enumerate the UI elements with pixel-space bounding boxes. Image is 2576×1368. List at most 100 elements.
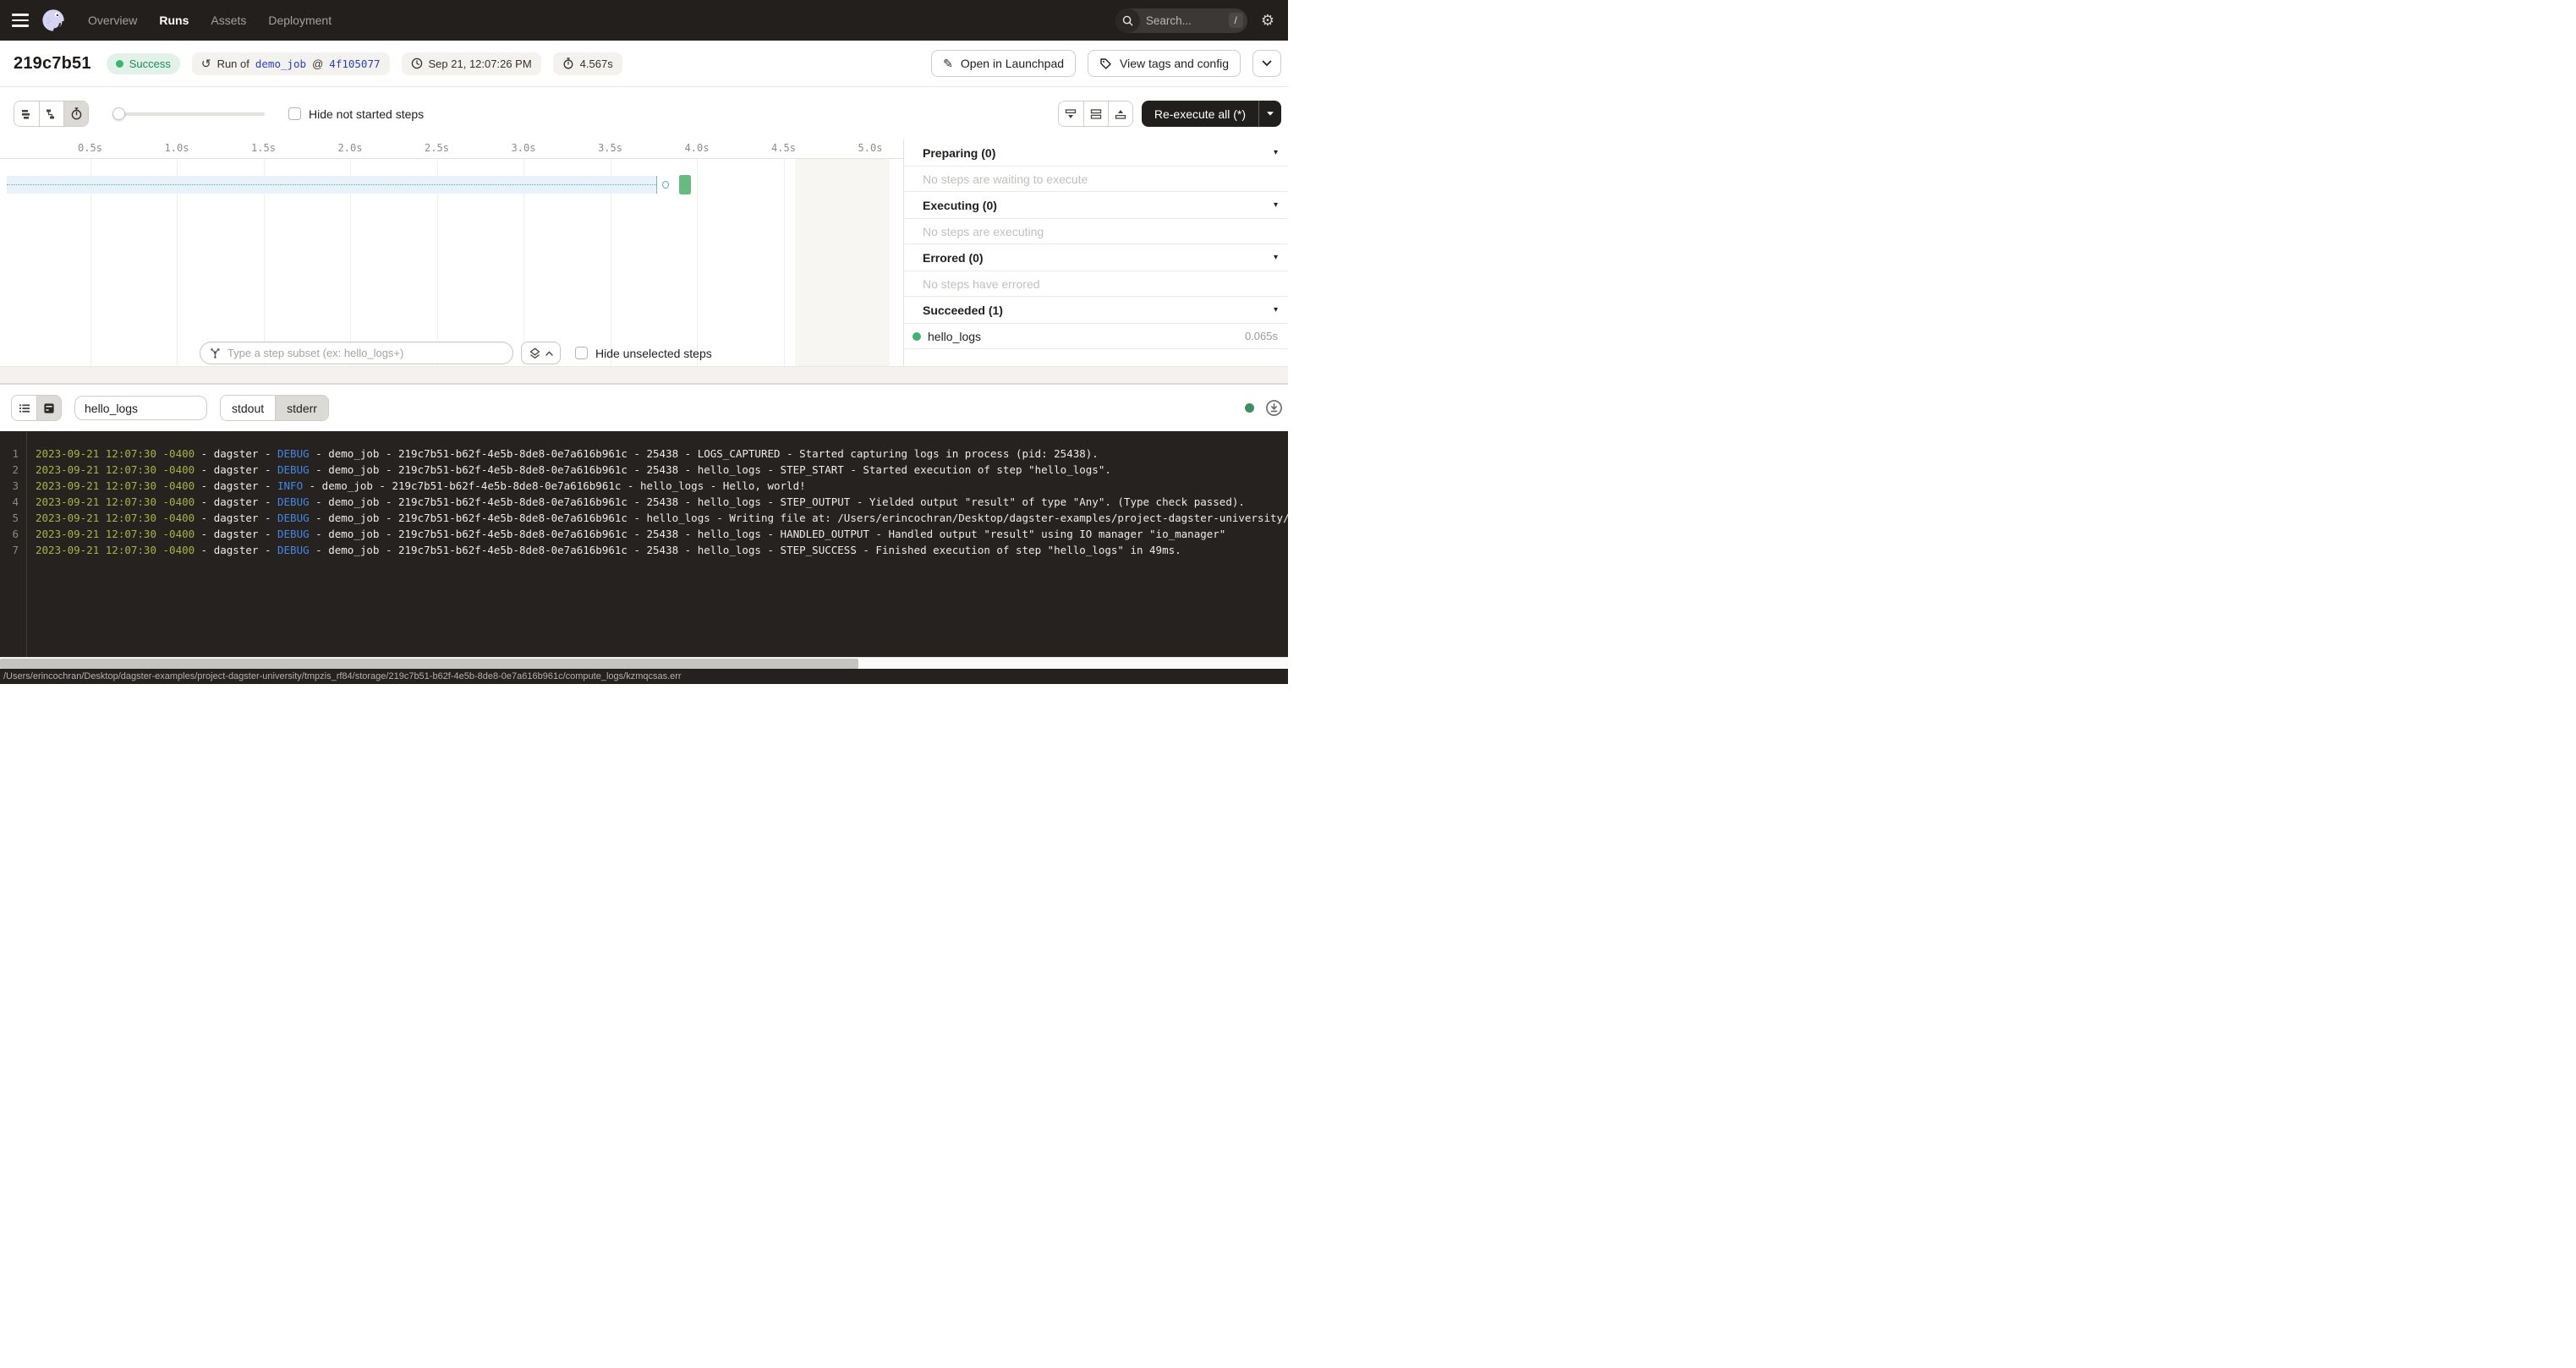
hamburger-menu-icon[interactable] (12, 14, 29, 27)
gantt-chart-area[interactable] (0, 159, 903, 366)
log-timestamp: 2023-09-21 12:07:30 -0400 (36, 495, 195, 508)
nav-item-deployment[interactable]: Deployment (268, 14, 332, 27)
section-header-errored[interactable]: Errored (0) ▾ (904, 244, 1288, 271)
run-start-time: Sep 21, 12:07:26 PM (429, 57, 532, 70)
axis-tick: 4.5s (771, 142, 796, 154)
flat-view-button[interactable] (14, 101, 39, 126)
hide-not-started-label: Hide not started steps (309, 107, 424, 121)
log-level: INFO (277, 479, 303, 492)
horizontal-scrollbar[interactable] (0, 657, 1288, 669)
panel-layout-segmented (1058, 101, 1133, 127)
stdout-label: stdout (232, 402, 264, 415)
search-input[interactable] (1146, 14, 1215, 27)
collapse-bottom-icon (1065, 108, 1077, 120)
gantt-dependency-dotted-line (7, 184, 656, 185)
log-level: DEBUG (277, 544, 310, 556)
gear-icon[interactable]: ⚙ (1261, 13, 1274, 28)
step-status-panel: Preparing (0) ▾ No steps are waiting to … (903, 140, 1288, 366)
section-header-succeeded[interactable]: Succeeded (1) ▾ (904, 297, 1288, 324)
timed-view-button[interactable] (63, 101, 88, 126)
zoom-slider-track (114, 112, 265, 116)
line-number: 1 (0, 446, 26, 462)
gantt-step-bar-hello-logs[interactable] (679, 175, 691, 194)
snapshot-link[interactable]: 4f105077 (329, 57, 380, 70)
reexecute-options-button[interactable] (1258, 101, 1281, 127)
log-timestamp: 2023-09-21 12:07:30 -0400 (36, 528, 195, 540)
axis-tick: 5.0s (858, 142, 883, 154)
collapse-bottom-panel-button[interactable] (1059, 101, 1083, 126)
structured-logs-button[interactable] (12, 396, 36, 420)
log-step-filter-input[interactable] (85, 402, 195, 415)
log-timestamp: 2023-09-21 12:07:30 -0400 (36, 447, 195, 460)
stdout-stderr-segmented: stdout stderr (220, 395, 329, 421)
log-step-filter[interactable] (74, 396, 207, 420)
log-source: - dagster - (195, 463, 277, 476)
log-message: - demo_job - 219c7b51-b62f-4e5b-8de8-0e7… (310, 528, 1226, 540)
log-line: 4 2023-09-21 12:07:30 -0400 - dagster - … (0, 494, 1288, 510)
section-header-executing[interactable]: Executing (0) ▾ (904, 192, 1288, 219)
log-source: - dagster - (195, 447, 277, 460)
structured-logs-icon (19, 402, 30, 414)
hide-not-started-checkbox[interactable] (288, 107, 301, 120)
clock-icon (411, 57, 423, 69)
section-empty-executing: No steps are executing (904, 219, 1288, 244)
download-logs-button[interactable] (1265, 399, 1283, 417)
dagster-logo-icon[interactable] (41, 8, 66, 33)
axis-tick: 1.0s (165, 142, 189, 154)
run-duration-pill: 4.567s (553, 52, 622, 75)
log-level: DEBUG (277, 495, 310, 508)
tab-stderr[interactable]: stderr (275, 396, 328, 420)
waterfall-view-button[interactable] (39, 101, 63, 126)
expand-top-panel-button[interactable] (1108, 101, 1132, 126)
job-link[interactable]: demo_job (255, 57, 306, 70)
nav-item-runs[interactable]: Runs (159, 14, 189, 27)
split-panels-button[interactable] (1083, 101, 1108, 126)
log-source: - dagster - (195, 544, 277, 556)
section-empty-errored: No steps have errored (904, 271, 1288, 297)
dagster-run-page: Overview Runs Assets Deployment / ⚙ 219c… (0, 0, 1288, 684)
axis-tick: 2.0s (338, 142, 363, 154)
horizontal-scrollbar-thumb[interactable] (0, 659, 858, 669)
section-header-preparing[interactable]: Preparing (0) ▾ (904, 140, 1288, 167)
axis-tick: 3.0s (512, 142, 536, 154)
open-in-launchpad-button[interactable]: ✎ Open in Launchpad (931, 50, 1076, 77)
section-empty-preparing: No steps are waiting to execute (904, 167, 1288, 192)
raw-log-viewer[interactable]: 1 2023-09-21 12:07:30 -0400 - dagster - … (0, 431, 1288, 657)
log-message: - demo_job - 219c7b51-b62f-4e5b-8de8-0e7… (310, 447, 1099, 460)
log-toolbar-right (1245, 399, 1283, 417)
axis-tick: 0.5s (78, 142, 102, 154)
hide-not-started-checkbox-row[interactable]: Hide not started steps (288, 107, 424, 121)
reexecute-all-button[interactable]: Re-execute all (*) (1142, 101, 1258, 127)
tag-icon (1099, 57, 1112, 70)
run-of-pill: ↺ Run of demo_job @ 4f105077 (192, 52, 390, 75)
hide-unselected-checkbox[interactable] (575, 347, 588, 359)
run-header: 219c7b51 Success ↺ Run of demo_job @ 4f1… (0, 41, 1288, 87)
tab-stdout[interactable]: stdout (221, 396, 275, 420)
split-panels-icon (1090, 108, 1102, 120)
op-tags-toggle-button[interactable] (521, 342, 561, 364)
history-icon: ↺ (201, 57, 211, 69)
nav-item-assets[interactable]: Assets (211, 14, 246, 27)
step-subset-input[interactable] (227, 347, 504, 359)
run-id-title: 219c7b51 (14, 54, 91, 74)
empty-message: No steps are waiting to execute (923, 172, 1088, 186)
raw-logs-button[interactable] (36, 396, 61, 420)
more-run-actions-button[interactable] (1252, 50, 1281, 77)
run-of-separator: @ (312, 57, 323, 70)
chevron-down-icon (1262, 60, 1272, 67)
nav-item-overview[interactable]: Overview (88, 14, 137, 27)
search-icon (1115, 8, 1140, 33)
view-tags-config-button[interactable]: View tags and config (1088, 50, 1241, 77)
hide-unselected-checkbox-row[interactable]: Hide unselected steps (575, 347, 712, 360)
pane-resize-divider[interactable] (0, 366, 1288, 385)
step-subset-filter[interactable] (200, 342, 513, 364)
line-number: 6 (0, 526, 26, 542)
gantt-time-axis: 0.5s1.0s1.5s2.0s2.5s3.0s3.5s4.0s4.5s5.0s (0, 140, 903, 159)
zoom-slider-handle[interactable] (112, 107, 125, 120)
gantt-zoom-slider[interactable] (114, 101, 265, 126)
section-title: Errored (0) (923, 251, 984, 265)
succeeded-step-row[interactable]: hello_logs 0.065s (904, 324, 1288, 349)
global-search[interactable]: / (1115, 8, 1247, 33)
section-title: Executing (0) (923, 199, 997, 212)
log-message: - demo_job - 219c7b51-b62f-4e5b-8de8-0e7… (310, 544, 1181, 556)
